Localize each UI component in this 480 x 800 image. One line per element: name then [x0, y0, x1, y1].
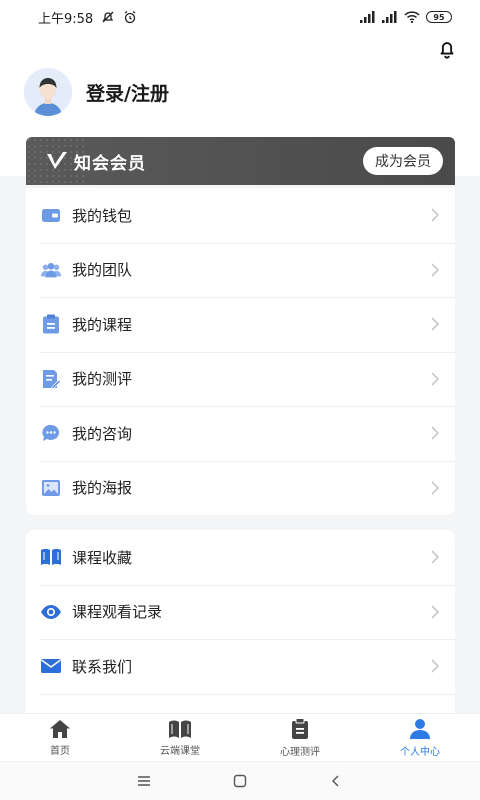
- notification-off-icon: [102, 11, 114, 23]
- menu-icon[interactable]: [136, 774, 152, 788]
- menu-item-team[interactable]: 我的团队: [26, 242, 455, 298]
- bottom-tab-bar: 首页 云端课堂 心理测评 个人中心: [0, 713, 480, 761]
- envelope-icon: [40, 655, 62, 677]
- chevron-right-icon: [431, 263, 440, 277]
- clipboard-icon: [40, 313, 62, 335]
- menu-item-posters[interactable]: 我的海报: [26, 460, 455, 516]
- wallet-icon: [40, 204, 62, 226]
- menu-item-course-favorites[interactable]: 课程收藏: [26, 530, 455, 585]
- chevron-right-icon: [431, 208, 440, 222]
- menu-item-watch-history[interactable]: 课程观看记录: [26, 584, 455, 640]
- vip-banner[interactable]: 知会会员 成为会员: [26, 137, 455, 185]
- system-nav-bar: [0, 762, 480, 800]
- menu-item-contact-us[interactable]: 联系我们: [26, 639, 455, 694]
- menu-item-wallet[interactable]: 我的钱包: [26, 188, 455, 243]
- open-book-icon: [169, 720, 191, 738]
- person-icon: [410, 718, 430, 739]
- chevron-right-icon: [431, 426, 440, 440]
- tab-psych-assessment[interactable]: 心理测评: [240, 714, 360, 761]
- menu-card-secondary: 课程收藏 课程观看记录 联系我们: [26, 530, 455, 720]
- menu-item-consultations[interactable]: 我的咨询: [26, 406, 455, 461]
- clipboard-icon: [292, 717, 308, 739]
- wifi-icon: [404, 11, 420, 23]
- chat-bubble-icon: [40, 422, 62, 444]
- home-icon: [50, 719, 70, 738]
- login-register-label: 登录/注册: [86, 82, 169, 105]
- vip-title: 知会会员: [74, 153, 146, 174]
- battery-indicator: 95: [426, 11, 452, 23]
- menu-item-assessments[interactable]: 我的测评: [26, 351, 455, 407]
- team-icon: [40, 259, 62, 281]
- tab-personal-center[interactable]: 个人中心: [360, 714, 480, 761]
- edit-document-icon: [40, 368, 62, 390]
- chevron-right-icon: [431, 481, 440, 495]
- chevron-right-icon: [431, 372, 440, 386]
- tab-cloud-classroom[interactable]: 云端课堂: [120, 714, 240, 761]
- book-icon: [40, 546, 62, 568]
- image-icon: [40, 477, 62, 499]
- become-member-button[interactable]: 成为会员: [363, 147, 443, 175]
- menu-item-courses[interactable]: 我的课程: [26, 297, 455, 352]
- chevron-right-icon: [431, 605, 440, 619]
- eye-icon: [40, 601, 62, 623]
- avatar[interactable]: [24, 68, 72, 116]
- status-bar: 上午9:58 95: [0, 0, 480, 34]
- back-icon[interactable]: [328, 773, 344, 789]
- chevron-right-icon: [431, 550, 440, 564]
- home-button-icon[interactable]: [232, 773, 248, 789]
- vip-logo-icon: [47, 152, 67, 169]
- bell-icon[interactable]: [436, 38, 458, 60]
- tab-home[interactable]: 首页: [0, 714, 120, 761]
- menu-card-primary: 我的钱包 我的团队 我的课程 我的测评 我的咨询 我的海报: [26, 188, 455, 515]
- signal-hd-icon: [382, 11, 397, 23]
- chevron-right-icon: [431, 659, 440, 673]
- alarm-icon: [124, 11, 136, 24]
- chevron-right-icon: [431, 317, 440, 331]
- status-time: 上午9:58: [38, 11, 94, 27]
- default-avatar-icon: [24, 68, 72, 116]
- signal-icon: [360, 11, 375, 23]
- profile-login[interactable]: 登录/注册: [24, 68, 169, 116]
